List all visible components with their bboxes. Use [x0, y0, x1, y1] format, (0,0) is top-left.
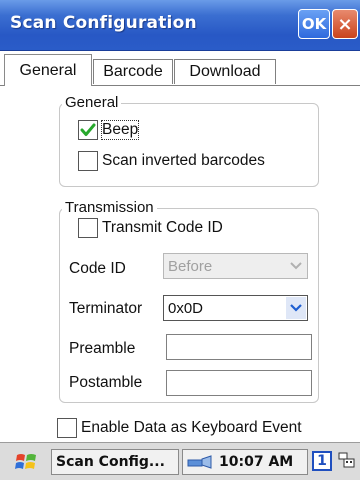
beep-checkbox[interactable]: Beep	[78, 120, 140, 140]
clock[interactable]: 10:07 AM	[219, 454, 293, 470]
checkmark-icon	[80, 123, 96, 136]
tab-strip: General Barcode Download	[0, 50, 360, 86]
tab-barcode[interactable]: Barcode	[93, 59, 173, 84]
beep-label: Beep	[100, 120, 140, 140]
code-id-value: Before	[168, 257, 213, 275]
chevron-down-icon	[286, 297, 306, 319]
preamble-input[interactable]	[166, 334, 312, 360]
tab-download[interactable]: Download	[174, 59, 276, 84]
terminator-label: Terminator	[69, 300, 143, 317]
system-tray: 10:07 AM	[182, 449, 308, 475]
scan-inverted-checkbox-box	[78, 151, 98, 171]
tab-download-label: Download	[189, 63, 261, 80]
beep-checkbox-box	[78, 120, 98, 140]
tab-general-label: General	[19, 61, 77, 79]
window-title: Scan Configuration	[10, 13, 197, 33]
active-tab-gap	[5, 85, 91, 86]
taskbar-app-label: Scan Config...	[56, 454, 165, 470]
taskbar: Scan Config... 10:07 AM 1	[0, 442, 360, 480]
general-group-legend: General	[62, 94, 122, 111]
keyboard-event-label: Enable Data as Keyboard Event	[81, 419, 302, 436]
transmission-group-legend: Transmission	[62, 199, 157, 216]
keyboard-icon[interactable]	[337, 451, 357, 476]
title-bar: Scan Configuration OK ×	[0, 0, 360, 51]
postamble-input[interactable]	[166, 370, 312, 396]
chevron-down-icon	[286, 255, 306, 277]
code-id-label: Code ID	[69, 260, 126, 277]
taskbar-active-app[interactable]: Scan Config...	[51, 449, 179, 475]
tab-barcode-label: Barcode	[103, 63, 163, 80]
transmit-code-id-label: Transmit Code ID	[102, 219, 223, 236]
terminator-value: 0x0D	[168, 299, 204, 317]
postamble-label: Postamble	[69, 374, 143, 391]
network-icon[interactable]	[187, 454, 213, 470]
ok-button[interactable]: OK	[298, 9, 330, 39]
transmit-code-id-checkbox-box	[78, 218, 98, 238]
scan-inverted-label: Scan inverted barcodes	[102, 152, 265, 169]
code-id-select[interactable]: Before	[163, 253, 308, 279]
preamble-label: Preamble	[69, 340, 136, 357]
terminator-select[interactable]: 0x0D	[163, 295, 308, 321]
tab-general[interactable]: General	[4, 54, 92, 86]
close-icon: ×	[337, 13, 353, 35]
general-group	[59, 103, 319, 187]
input-panel-icon[interactable]: 1	[312, 451, 332, 471]
scan-inverted-checkbox[interactable]: Scan inverted barcodes	[78, 151, 265, 171]
transmit-code-id-checkbox[interactable]: Transmit Code ID	[78, 218, 223, 238]
close-button[interactable]: ×	[332, 9, 358, 39]
keyboard-event-checkbox-box	[57, 418, 77, 438]
start-windows-icon[interactable]	[14, 451, 40, 478]
keyboard-event-checkbox[interactable]: Enable Data as Keyboard Event	[57, 418, 302, 438]
